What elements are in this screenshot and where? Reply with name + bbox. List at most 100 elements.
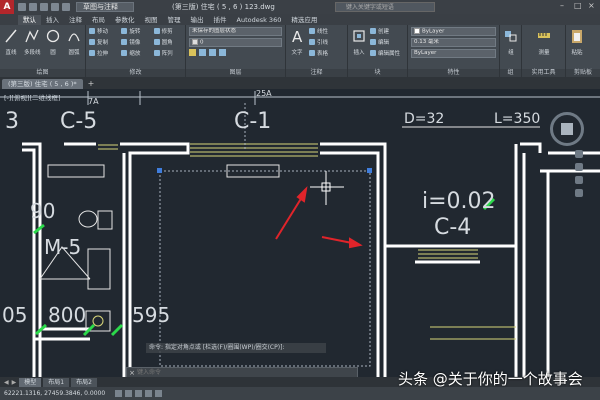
drawing-text-l350[interactable]: L=350 xyxy=(494,111,540,127)
rotate-tool-button[interactable]: 旋转 xyxy=(121,27,149,35)
layout-next-icon[interactable]: ▶ xyxy=(12,379,17,386)
tab-home[interactable]: 默认 xyxy=(18,15,41,25)
layout-prev-icon[interactable]: ◀ xyxy=(4,379,9,386)
new-file-icon[interactable] xyxy=(18,3,26,11)
steering-wheel-icon[interactable] xyxy=(575,150,583,158)
utilities-panel-label[interactable]: 实用工具 xyxy=(522,69,565,77)
drawing-text-595[interactable]: 595 xyxy=(132,303,170,327)
close-command-line-icon[interactable]: × xyxy=(127,369,137,377)
annotation-panel-label[interactable]: 注释 xyxy=(286,69,347,77)
circle-tool-button[interactable]: 圆 xyxy=(45,27,61,56)
tab-annotate[interactable]: 注释 xyxy=(64,15,87,25)
create-block-button[interactable]: 创建 xyxy=(370,27,400,35)
arc-tool-button[interactable]: 圆弧 xyxy=(66,27,82,56)
zoom-icon[interactable] xyxy=(575,176,583,184)
grid-icon[interactable] xyxy=(125,390,133,397)
maximize-icon[interactable]: □ xyxy=(574,2,582,10)
drawing-text-c4[interactable]: C-4 xyxy=(434,215,471,240)
color-select[interactable]: ByLayer xyxy=(411,27,496,36)
drawing-text-05[interactable]: 05 xyxy=(2,303,27,327)
command-input[interactable] xyxy=(137,368,337,377)
paste-button[interactable]: 粘贴 xyxy=(569,27,585,56)
viewcube-top-face-icon[interactable] xyxy=(561,123,573,135)
drawing-text-c5[interactable]: C-5 xyxy=(60,109,97,134)
table-button[interactable]: 表格 xyxy=(309,49,328,57)
properties-panel-label[interactable]: 特性 xyxy=(408,69,499,77)
insert-block-button[interactable]: 插入 xyxy=(351,27,367,57)
stretch-tool-button[interactable]: 拉伸 xyxy=(89,49,117,57)
trim-tool-button[interactable]: 修剪 xyxy=(153,27,182,35)
workspace-select[interactable]: 草图与注释 xyxy=(76,2,134,12)
linetype-select[interactable]: ByLayer xyxy=(411,49,496,58)
move-tool-button[interactable]: 移动 xyxy=(89,27,117,35)
drawing-text-25a[interactable]: 25A xyxy=(256,89,272,98)
layer-freeze-icon[interactable] xyxy=(219,49,226,56)
layer-state-select[interactable]: 未保存的图层状态 xyxy=(189,27,282,36)
drawing-text-3[interactable]: 3 xyxy=(5,109,19,134)
layer-isolate-icon[interactable] xyxy=(209,49,216,56)
layers-panel-label[interactable]: 图层 xyxy=(186,69,285,77)
mirror-tool-button[interactable]: 镜像 xyxy=(121,38,149,46)
drawing-text-c1[interactable]: C-1 xyxy=(234,109,271,134)
clipboard-panel-label[interactable]: 剪贴板 xyxy=(566,69,600,77)
tab-manage[interactable]: 管理 xyxy=(163,15,186,25)
copy-tool-button[interactable]: 复制 xyxy=(89,38,117,46)
drawing-text-m5[interactable]: M-5 xyxy=(44,235,81,259)
new-file-tab-button[interactable]: + xyxy=(85,79,98,89)
layer-properties-icon[interactable] xyxy=(189,49,196,56)
tab-model[interactable]: 模型 xyxy=(19,377,42,387)
help-search-input[interactable]: 键入关键字或短语 xyxy=(334,2,435,12)
linear-dimension-button[interactable]: 线性 xyxy=(309,27,328,35)
drawing-text-slope[interactable]: i=0.02 xyxy=(422,189,496,214)
edit-block-button[interactable]: 编辑 xyxy=(370,38,400,46)
minimize-icon[interactable]: – xyxy=(560,2,568,10)
drawing-text-7a[interactable]: 7A xyxy=(88,97,99,106)
tab-layout[interactable]: 布局 xyxy=(87,15,110,25)
polyline-tool-button[interactable]: 多段线 xyxy=(24,27,41,56)
save-icon[interactable] xyxy=(40,3,48,11)
layer-match-icon[interactable] xyxy=(199,49,206,56)
polar-icon[interactable] xyxy=(145,390,153,397)
undo-icon[interactable] xyxy=(51,3,59,11)
tab-view[interactable]: 视图 xyxy=(140,15,163,25)
modify-panel-label[interactable]: 修改 xyxy=(86,69,185,77)
drawing-text-800[interactable]: 800 xyxy=(48,303,86,327)
lineweight-select[interactable]: 0.13 毫米 xyxy=(411,38,496,47)
measure-button[interactable]: 测量 xyxy=(525,27,563,56)
open-file-icon[interactable] xyxy=(29,3,37,11)
autocad-logo-icon[interactable]: A xyxy=(0,0,14,14)
pan-icon[interactable] xyxy=(575,163,583,171)
viewcube[interactable] xyxy=(550,112,584,146)
group-button[interactable]: 组 xyxy=(503,27,519,56)
drawing-canvas[interactable]: 3 C-5 C-1 D=32 L=350 i=0.02 C-4 90 M-5 0… xyxy=(0,89,600,377)
line-tool-button[interactable]: 直线 xyxy=(3,27,19,56)
leader-button[interactable]: 引线 xyxy=(309,38,328,46)
draw-panel-label[interactable]: 绘图 xyxy=(0,69,85,77)
current-layer-select[interactable]: 0 xyxy=(189,38,282,47)
groups-panel-label[interactable]: 组 xyxy=(500,69,521,77)
array-tool-button[interactable]: 阵列 xyxy=(153,49,182,57)
tab-autodesk-360[interactable]: Autodesk 360 xyxy=(232,15,287,25)
drawing-text-90[interactable]: 90 xyxy=(30,199,55,223)
tab-layout2[interactable]: 布局2 xyxy=(71,377,97,387)
osnap-icon[interactable] xyxy=(155,390,163,397)
tab-layout1[interactable]: 布局1 xyxy=(43,377,70,387)
viewport-controls-label[interactable]: [-][俯视][二维线框] xyxy=(4,92,61,102)
edit-attribute-button[interactable]: 编辑属性 xyxy=(370,49,400,57)
fillet-tool-button[interactable]: 圆角 xyxy=(153,38,182,46)
drawing-text-d32[interactable]: D=32 xyxy=(404,111,444,127)
tab-featured-apps[interactable]: 精选应用 xyxy=(286,15,322,25)
close-icon[interactable]: × xyxy=(588,2,596,10)
ortho-icon[interactable] xyxy=(135,390,143,397)
tab-output[interactable]: 输出 xyxy=(186,15,209,25)
scale-tool-button[interactable]: 缩放 xyxy=(121,49,149,57)
tab-plugins[interactable]: 插件 xyxy=(209,15,232,25)
text-tool-button[interactable]: A 文字 xyxy=(289,27,305,57)
snap-icon[interactable] xyxy=(115,390,123,397)
orbit-icon[interactable] xyxy=(575,189,583,197)
tab-parametric[interactable]: 参数化 xyxy=(110,15,140,25)
tab-insert[interactable]: 插入 xyxy=(41,15,64,25)
block-panel-label[interactable]: 块 xyxy=(348,69,407,77)
file-tab-current-drawing[interactable]: (第三版) 住宅 ( 5 , 6 )* xyxy=(2,79,83,89)
redo-icon[interactable] xyxy=(62,3,70,11)
